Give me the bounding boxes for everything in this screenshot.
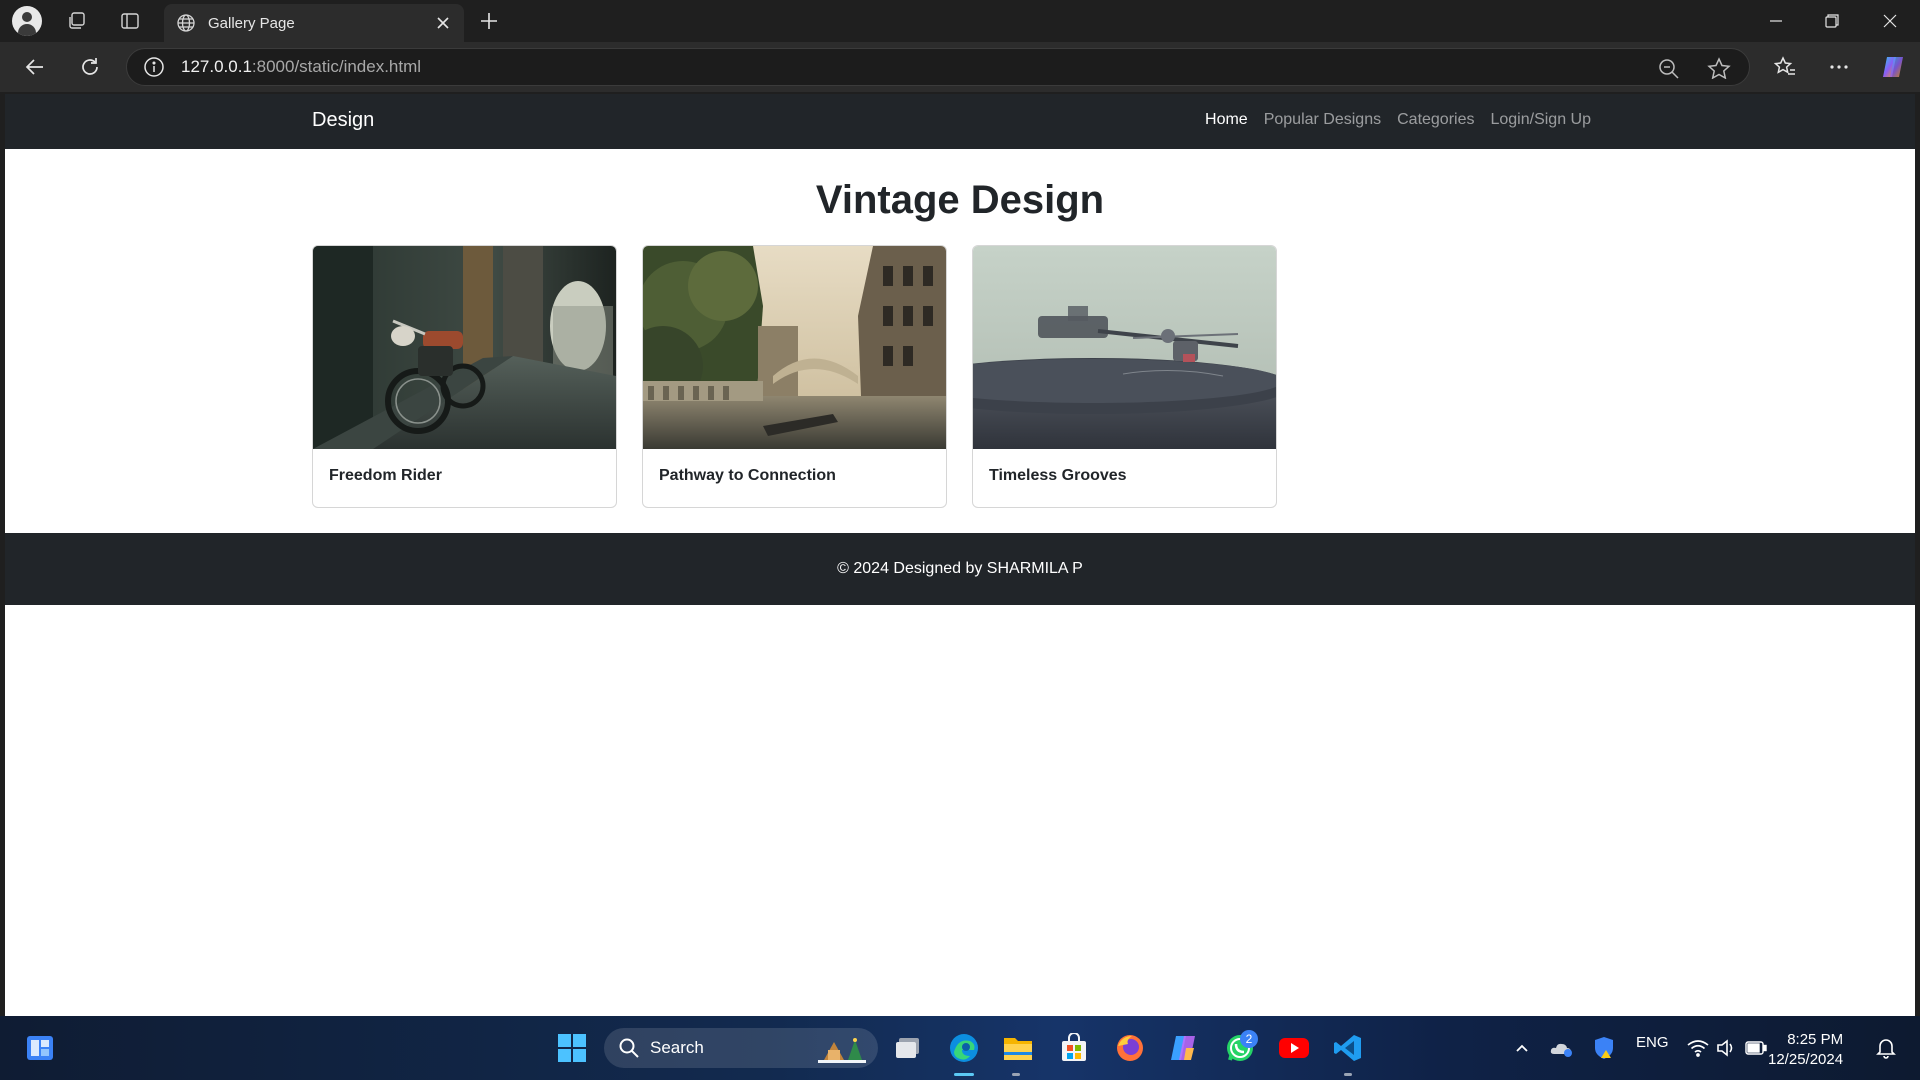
taskbar-search[interactable]: Search xyxy=(604,1028,878,1068)
nav-links: Home Popular Designs Categories Login/Si… xyxy=(1197,111,1599,129)
canal-image xyxy=(643,246,946,449)
favorite-star-icon[interactable] xyxy=(1707,57,1731,79)
system-clock[interactable]: 8:25 PM 12/25/2024 xyxy=(1768,1030,1843,1070)
browser-tab-bar: Gallery Page xyxy=(0,0,1920,42)
close-window-button[interactable] xyxy=(1862,0,1918,42)
nav-login-signup[interactable]: Login/Sign Up xyxy=(1482,111,1599,129)
security-shield-icon[interactable] xyxy=(1584,1028,1624,1068)
store-icon[interactable] xyxy=(1054,1028,1094,1068)
new-tab-button[interactable] xyxy=(474,6,504,36)
copilot-app-icon[interactable] xyxy=(1164,1028,1204,1068)
clock-date: 12/25/2024 xyxy=(1768,1051,1844,1068)
page-title: Vintage Design xyxy=(815,178,1105,222)
url-path: :8000/static/index.html xyxy=(251,57,422,76)
onedrive-icon[interactable] xyxy=(1542,1028,1582,1068)
widgets-icon[interactable] xyxy=(20,1028,60,1068)
record-player-image xyxy=(973,246,1276,449)
site-info-icon[interactable] xyxy=(143,56,165,78)
language-indicator[interactable]: ENG xyxy=(1636,1034,1669,1051)
whatsapp-badge: 2 xyxy=(1240,1030,1258,1048)
profile-avatar[interactable] xyxy=(12,6,42,36)
card-title: Freedom Rider xyxy=(329,467,442,484)
tab-title: Gallery Page xyxy=(208,14,295,32)
globe-icon xyxy=(177,14,195,32)
nav-categories[interactable]: Categories xyxy=(1389,111,1482,129)
more-menu-icon[interactable] xyxy=(1822,50,1856,84)
restore-button[interactable] xyxy=(1804,0,1860,42)
url-host: 127.0.0.1 xyxy=(181,57,252,76)
browser-toolbar: 127.0.0.1:8000/static/index.html xyxy=(0,42,1920,92)
search-label: Search xyxy=(650,1038,704,1057)
copilot-icon[interactable] xyxy=(1876,50,1910,84)
edge-active-indicator xyxy=(954,1073,974,1076)
start-icon[interactable] xyxy=(552,1028,592,1068)
refresh-icon[interactable] xyxy=(73,50,107,84)
edge-icon[interactable] xyxy=(944,1028,984,1068)
motorcycle-image xyxy=(313,246,616,449)
nav-popular-designs[interactable]: Popular Designs xyxy=(1256,111,1389,129)
gallery-cards: Freedom Rider Pathway to Connection Time… xyxy=(312,245,1277,508)
notifications-bell-icon[interactable] xyxy=(1866,1028,1906,1068)
back-icon[interactable] xyxy=(18,50,52,84)
file-explorer-icon[interactable] xyxy=(998,1028,1038,1068)
gallery-card[interactable]: Freedom Rider xyxy=(312,245,617,508)
youtube-icon[interactable] xyxy=(1274,1028,1314,1068)
explorer-running-indicator xyxy=(1012,1073,1020,1076)
site-navbar: Design Home Popular Designs Categories L… xyxy=(5,94,1915,149)
task-view-icon[interactable] xyxy=(888,1028,928,1068)
zoom-icon[interactable] xyxy=(1657,57,1681,79)
vertical-tabs-icon[interactable] xyxy=(113,4,147,38)
nav-home[interactable]: Home xyxy=(1197,111,1256,129)
card-title: Pathway to Connection xyxy=(659,467,836,484)
browser-tab-active[interactable]: Gallery Page xyxy=(164,4,464,42)
gallery-card[interactable]: Timeless Grooves xyxy=(972,245,1277,508)
holiday-icon xyxy=(818,1038,866,1063)
address-bar[interactable]: 127.0.0.1:8000/static/index.html xyxy=(126,48,1750,86)
gallery-card[interactable]: Pathway to Connection xyxy=(642,245,947,508)
firefox-icon[interactable] xyxy=(1110,1028,1150,1068)
brand-logo[interactable]: Design xyxy=(312,109,374,132)
workspaces-icon[interactable] xyxy=(60,4,94,38)
vscode-icon[interactable] xyxy=(1328,1028,1368,1068)
card-title: Timeless Grooves xyxy=(989,467,1127,484)
close-tab-icon[interactable] xyxy=(434,14,452,32)
favorites-icon[interactable] xyxy=(1768,50,1802,84)
clock-time: 8:25 PM xyxy=(1787,1031,1844,1048)
show-hidden-icons-chevron[interactable] xyxy=(1502,1028,1542,1068)
windows-taskbar: Search 2 ENG 8:25 PM 12/25/2024 xyxy=(0,1016,1920,1080)
minimize-button[interactable] xyxy=(1748,0,1804,42)
site-footer: © 2024 Designed by SHARMILA P xyxy=(5,533,1915,605)
vscode-running-indicator xyxy=(1344,1073,1352,1076)
search-icon xyxy=(619,1038,639,1058)
page-viewport: Design Home Popular Designs Categories L… xyxy=(5,94,1915,1016)
